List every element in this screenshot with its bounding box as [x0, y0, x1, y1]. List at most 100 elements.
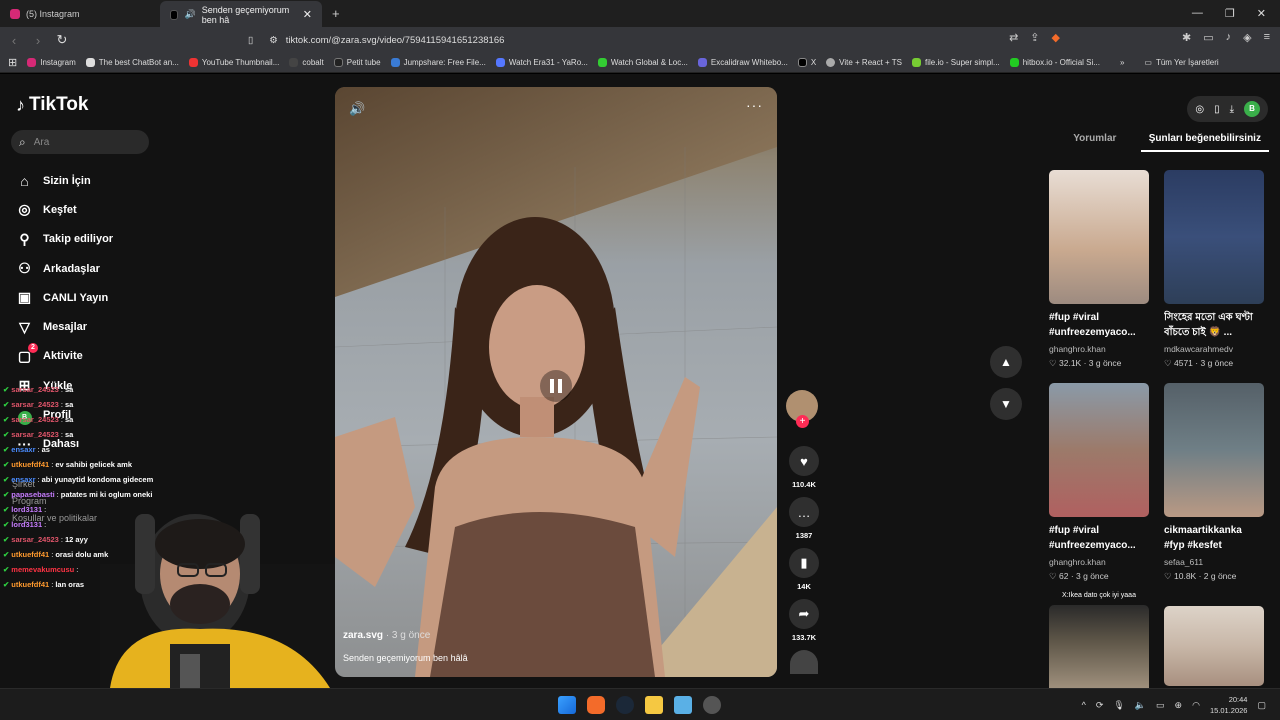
card-author[interactable]: ghanghro.khan: [1049, 344, 1149, 354]
wallet-icon[interactable]: ◈: [1243, 31, 1251, 44]
wifi-icon[interactable]: ◠: [1192, 700, 1200, 711]
chat-username[interactable]: utkuefdf41: [11, 580, 49, 589]
bookmark-item[interactable]: Watch Global & Loc...: [597, 58, 688, 67]
bookmark-item[interactable]: hitbox.io - Official Si...: [1009, 58, 1100, 67]
share-action[interactable]: ➦ 133.7K: [786, 599, 822, 642]
author-avatar[interactable]: +: [786, 390, 818, 428]
steam-icon[interactable]: [616, 696, 634, 714]
bookmark-item[interactable]: YouTube Thumbnail...: [188, 58, 279, 67]
share-arrow-icon[interactable]: ➦: [789, 599, 819, 629]
chat-username[interactable]: sarsar_24523: [11, 430, 59, 439]
nav-item-sizin-icin[interactable]: ⌂ Sizin İçin: [16, 166, 113, 195]
tab-suggestions[interactable]: Şunları beğenebilirsiniz: [1140, 133, 1269, 152]
nav-item-mesajlar[interactable]: ▽ Mesajlar: [16, 312, 113, 341]
user-avatar[interactable]: B: [1244, 101, 1260, 117]
bookmark-item[interactable]: cobalt: [289, 58, 324, 67]
chat-username[interactable]: utkuefdf41: [11, 550, 49, 559]
network-icon[interactable]: ⊕: [1175, 700, 1183, 711]
site-info-icon[interactable]: ⚙: [269, 35, 278, 46]
pause-button[interactable]: [540, 370, 572, 402]
suggested-card[interactable]: X:Ikea dato çok iyi yaaa: [1049, 592, 1149, 695]
music-disc-icon[interactable]: [790, 650, 818, 674]
brave-shield-icon[interactable]: ◆: [1052, 31, 1060, 44]
nav-item-arkadaslar[interactable]: ⚇ Arkadaşlar: [16, 254, 113, 283]
heart-icon[interactable]: ♥: [789, 446, 819, 476]
card-author[interactable]: sefaa_611: [1164, 557, 1264, 567]
follow-plus-icon[interactable]: +: [796, 415, 809, 428]
video-player[interactable]: 🔊 ··· zara.svg · 3 g önce Senden geçemiy…: [335, 87, 777, 677]
suggested-card[interactable]: #fup #viral #unfreezemyaco... ghanghro.k…: [1049, 383, 1149, 582]
chat-username[interactable]: lord3131: [11, 520, 42, 529]
nav-item-canli[interactable]: ▣ CANLI Yayın: [16, 283, 113, 312]
omnibox[interactable]: ▯ ⚙ tiktok.com/@zara.svg/video/759411594…: [248, 30, 990, 50]
explore-icon[interactable]: ◎: [1195, 104, 1204, 115]
chat-username[interactable]: utkuefdf41: [11, 460, 49, 469]
video-thumbnail[interactable]: [1049, 605, 1149, 695]
video-thumbnail[interactable]: [1164, 170, 1264, 304]
forward-icon[interactable]: ›: [28, 33, 48, 48]
bookmark-icon[interactable]: ▮: [789, 548, 819, 578]
all-bookmarks[interactable]: ▭ Tüm Yer İşaretleri: [1144, 58, 1218, 67]
minimize-icon[interactable]: —: [1192, 7, 1203, 20]
chat-username[interactable]: sarsar_24523: [11, 400, 59, 409]
close-icon[interactable]: ✕: [303, 8, 312, 21]
card-title[interactable]: সিংহের মতো এক ঘণ্টা বাঁচতে চাই 🦁 ...: [1164, 310, 1264, 340]
clock[interactable]: 20:44 15.01.2026: [1210, 694, 1248, 716]
card-title[interactable]: #fup #viral #unfreezemyaco...: [1049, 523, 1149, 553]
volume-icon[interactable]: 🔊: [349, 101, 365, 117]
suggested-card[interactable]: [1164, 606, 1264, 686]
tab-yorumlar[interactable]: Yorumlar: [1049, 133, 1141, 152]
notification-icon[interactable]: ▢: [1257, 700, 1266, 711]
video-thumbnail[interactable]: [1049, 170, 1149, 304]
brave-browser-icon[interactable]: [587, 696, 605, 714]
video-thumbnail[interactable]: [1164, 606, 1264, 686]
suggested-card[interactable]: #fup #viral #unfreezemyaco... ghanghro.k…: [1049, 170, 1149, 369]
nav-item-kesfet[interactable]: ◎ Keşfet: [16, 195, 113, 224]
chevron-right-icon[interactable]: »: [1120, 58, 1124, 67]
card-title[interactable]: cikmaartikkanka #fyp #kesfet: [1164, 523, 1264, 553]
comment-action[interactable]: … 1387: [786, 497, 822, 540]
display-icon[interactable]: ▭: [1156, 700, 1165, 711]
reload-icon[interactable]: ↻: [52, 32, 72, 48]
apps-icon[interactable]: ⊞: [8, 56, 17, 69]
chat-username[interactable]: sarsar_24523: [11, 385, 59, 394]
music-icon[interactable]: ♪: [1226, 31, 1232, 44]
bookmark-item[interactable]: X: [797, 58, 816, 67]
bookmark-item[interactable]: Excalidraw Whitebo...: [697, 58, 788, 67]
suggested-card[interactable]: cikmaartikkanka #fyp #kesfet sefaa_611 ♡…: [1164, 383, 1264, 582]
tab-tiktok[interactable]: 🔊 Senden geçemiyorum ben hâ ✕: [160, 1, 322, 28]
url-text[interactable]: tiktok.com/@zara.svg/video/7594115941651…: [286, 35, 505, 46]
app-icon[interactable]: [674, 696, 692, 714]
chat-username[interactable]: papasebasti: [11, 490, 54, 499]
menu-icon[interactable]: ≡: [1264, 31, 1270, 44]
bookmark-item[interactable]: Watch Era31 - YaRo...: [495, 58, 588, 67]
tab-instagram[interactable]: (5) Instagram: [0, 0, 160, 27]
search-input[interactable]: ⌕ Ara: [11, 130, 149, 154]
device-icon[interactable]: ▯: [1214, 104, 1220, 115]
maximize-icon[interactable]: ❐: [1225, 7, 1235, 20]
chat-username[interactable]: memevakumcusu: [11, 565, 74, 574]
more-options-icon[interactable]: ···: [746, 97, 763, 113]
next-video-button[interactable]: ▼: [990, 388, 1022, 420]
nav-item-takip[interactable]: ⚲ Takip ediliyor: [16, 225, 113, 254]
close-window-icon[interactable]: ✕: [1257, 7, 1266, 20]
file-explorer-icon[interactable]: [645, 696, 663, 714]
card-author[interactable]: mdkawcarahmedv: [1164, 344, 1264, 354]
microphone-icon[interactable]: 🎙: [1113, 700, 1124, 711]
chat-username[interactable]: sarsar_24523: [11, 415, 59, 424]
bookmark-icon[interactable]: ▯: [248, 35, 253, 46]
save-action[interactable]: ▮ 14K: [786, 548, 822, 591]
video-author[interactable]: zara.svg · 3 g önce: [343, 630, 430, 641]
bookmark-item[interactable]: Vite + React + TS: [826, 58, 902, 67]
like-action[interactable]: ♥ 110.4K: [786, 446, 822, 489]
bookmark-item[interactable]: Jumpshare: Free File...: [390, 58, 486, 67]
nav-item-aktivite[interactable]: ▢ 2 Aktivite: [16, 342, 113, 371]
video-thumbnail[interactable]: [1164, 383, 1264, 517]
bookmark-item[interactable]: file.io - Super simpl...: [912, 58, 1000, 67]
settings-app-icon[interactable]: [703, 696, 721, 714]
bookmark-item[interactable]: Petit tube: [333, 58, 381, 67]
comment-icon[interactable]: …: [789, 497, 819, 527]
suggested-card[interactable]: সিংহের মতো এক ঘণ্টা বাঁচতে চাই 🦁 ... mdk…: [1164, 170, 1264, 369]
chat-username[interactable]: lord3131: [11, 505, 42, 514]
chat-username[interactable]: ensaxr: [11, 445, 35, 454]
